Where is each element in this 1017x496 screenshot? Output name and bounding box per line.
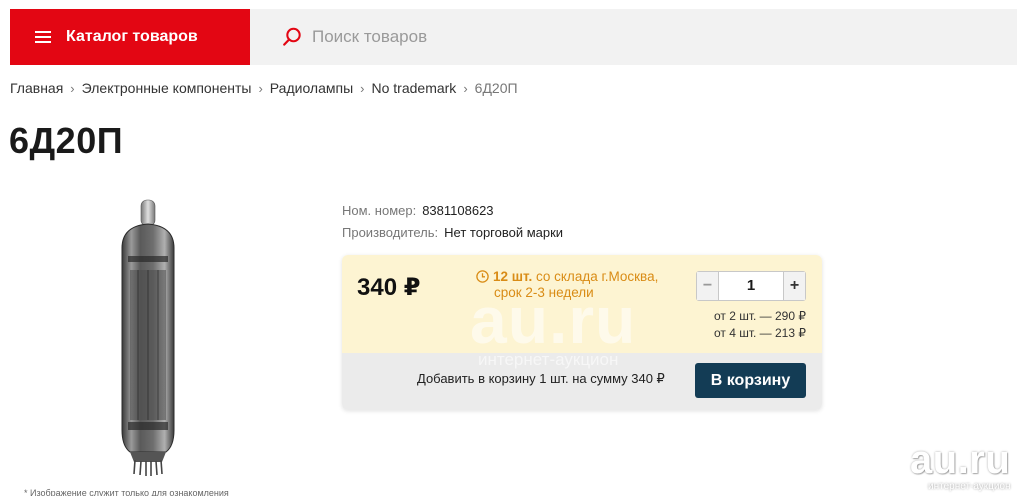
breadcrumb-radio-tubes[interactable]: Радиолампы [270,80,353,96]
meta-manufacturer-value[interactable]: Нет торговой марки [444,225,563,240]
breadcrumb-separator-icon: › [360,80,365,96]
meta-row-manufacturer: Производитель: Нет торговой марки [342,221,563,243]
watermark-corner-logo: au.ru [910,438,1011,482]
meta-number-value: 8381108623 [422,202,494,218]
watermark-corner-subtitle: интернет-аукцион [928,481,1011,492]
watermark-logo: au.ru [470,283,637,357]
breadcrumb: Главная › Электронные компоненты › Радио… [10,80,518,96]
add-summary: Добавить в корзину 1 шт. на сумму 340 ₽ [417,371,665,386]
search-icon[interactable] [282,27,302,47]
breadcrumb-separator-icon: › [258,80,263,96]
product-meta: Ном. номер: 8381108623 Производитель: Не… [342,199,563,243]
breadcrumb-home[interactable]: Главная [10,80,63,96]
search-bar [250,9,1017,65]
add-to-cart-button[interactable]: В корзину [695,363,806,398]
price-tiers: от 2 шт. — 290 ₽ от 4 шт. — 213 ₽ [714,308,806,342]
increase-button[interactable]: + [783,272,805,300]
top-bar: Каталог товаров [10,9,1017,65]
quantity-input[interactable]: 1 [719,272,783,300]
watermark-subtitle: интернет-аукцион [478,350,619,369]
catalog-button[interactable]: Каталог товаров [10,9,250,65]
search-input[interactable] [312,27,912,47]
product-image[interactable] [108,196,188,478]
breadcrumb-electronic-components[interactable]: Электронные компоненты [82,80,252,96]
price-tier-4: от 4 шт. — 213 ₽ [713,326,806,340]
breadcrumb-no-trademark[interactable]: No trademark [372,80,457,96]
image-note: * Изображение служит только для ознакомл… [24,488,229,496]
menu-icon [35,31,51,43]
quantity-stepper: − 1 + [696,271,806,301]
price: 340 ₽ [357,274,421,301]
meta-manufacturer-key: Производитель: [342,224,439,240]
breadcrumb-current: 6Д20П [474,80,518,96]
meta-number-key: Ном. номер: [342,202,417,218]
breadcrumb-separator-icon: › [463,80,468,96]
meta-row-number: Ном. номер: 8381108623 [342,199,563,221]
page-title: 6Д20П [9,120,124,161]
breadcrumb-separator-icon: › [70,80,75,96]
catalog-label: Каталог товаров [66,28,198,45]
decrease-button[interactable]: − [697,272,719,300]
price-tier-2: от 2 шт. — 290 ₽ [713,309,806,323]
